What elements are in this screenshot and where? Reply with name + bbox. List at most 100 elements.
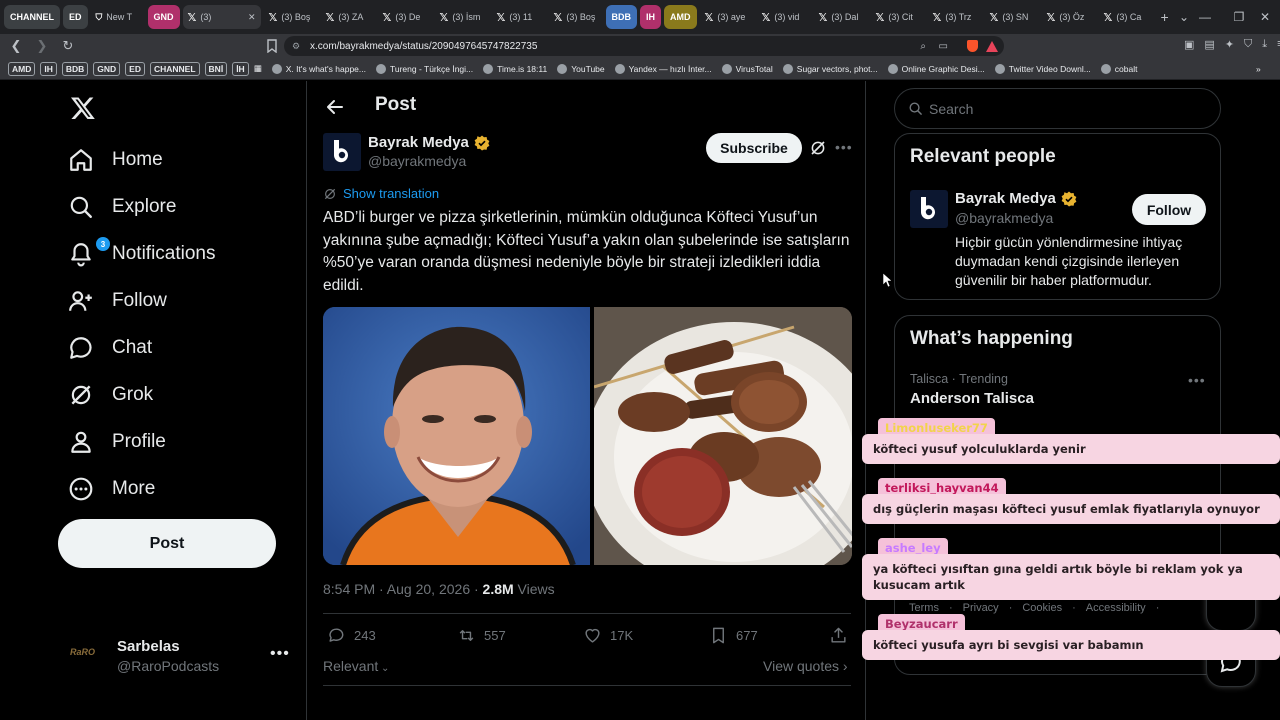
cast-icon[interactable]: ▭ [939,41,948,52]
bookmark-item[interactable]: cobalt [1100,63,1137,74]
forward-icon[interactable]: ❯ [32,36,52,56]
more-options-icon[interactable]: ••• [1188,372,1206,388]
bookmark-item[interactable]: Online Graphic Desi... [887,63,985,74]
author-name[interactable]: Bayrak Medya [368,134,490,151]
sidebar-toggle-icon[interactable]: ▣ [1184,38,1194,51]
browser-tab[interactable]: 𝕏 (3) Boş [264,5,318,29]
author-avatar[interactable] [323,133,361,171]
bookmark-folder[interactable]: BDB [61,61,89,76]
nav-item-profile[interactable]: Profile [68,420,166,464]
x-logo-icon[interactable] [70,95,96,121]
post-image-portrait[interactable] [323,307,590,565]
nav-item-notifications[interactable]: 3 Notifications [68,232,216,276]
reply-button[interactable]: 243 [327,626,376,645]
browser-tab[interactable]: CHANNEL [4,5,60,29]
author-handle[interactable]: @bayrakmedya [368,153,466,169]
post-button[interactable]: Post [58,519,276,568]
browser-tab[interactable]: 𝕏 (3) Trz [928,5,982,29]
browser-tab[interactable]: 𝕏 (3) ✕ [182,5,261,29]
more-options-icon[interactable]: ••• [835,139,853,155]
browser-tab[interactable]: ⛉ New T [91,5,145,29]
browser-tab[interactable]: 𝕏 (3) SN [985,5,1039,29]
browser-tab[interactable]: 𝕏 (3) Cit [871,5,925,29]
bookmark-item[interactable]: Tureng - Türkçe İngi... [375,63,473,74]
bookmark-page-icon[interactable] [262,36,282,56]
follow-button[interactable]: Follow [1132,194,1206,225]
person-handle[interactable]: @bayrakmedya [955,210,1053,226]
bookmark-item[interactable]: Yandex — hızlı İnter... [614,63,712,74]
browser-tab[interactable]: 𝕏 (3) De [378,5,432,29]
reload-icon[interactable]: ↻ [58,36,78,56]
browser-tab[interactable]: 𝕏 (3) Ca [1099,5,1153,29]
browser-tab[interactable]: AMD [664,5,697,29]
apps-grid-icon[interactable]: ▦ [254,63,262,74]
nav-item-home[interactable]: Home [68,138,163,182]
site-info-icon[interactable]: ⚙ [292,41,300,52]
post-timestamp[interactable]: 8:54 PM · Aug 20, 2026 · [323,581,483,597]
bookmark-folder[interactable]: GND [93,61,121,76]
nav-item-follow[interactable]: Follow [68,279,167,323]
bookmark-folder[interactable]: AMD [8,61,36,76]
like-button[interactable]: 17K [583,626,633,645]
bookmark-item[interactable]: Time.is 18:11 [483,63,547,74]
trend-name[interactable]: Anderson Talisca [910,390,1034,407]
nav-item-explore[interactable]: Explore [68,185,176,229]
footer-link[interactable]: Accessibility [1086,602,1146,614]
bookmark-button[interactable]: 677 [709,626,758,645]
browser-tab[interactable]: 𝕏 (3) Boş [549,5,603,29]
bookmark-item[interactable]: VirusTotal [721,63,773,74]
footer-link[interactable]: Cookies [1022,602,1062,614]
nav-item-chat[interactable]: Chat [68,326,152,370]
post-image-kofte-plate[interactable] [594,307,852,565]
wallet-icon[interactable]: ▤ [1204,38,1214,51]
bookmark-folder[interactable]: IH [40,61,57,76]
bookmark-item[interactable]: Twitter Video Downl... [994,63,1091,74]
avatar[interactable] [910,190,948,228]
account-switcher[interactable]: RaRO Sarbelas @RaroPodcasts ••• [70,635,290,679]
share-button[interactable] [829,626,848,645]
back-icon[interactable]: ❮ [6,36,26,56]
browser-tab[interactable]: 𝕏 (3) aye [700,5,754,29]
show-translation-link[interactable]: Show translation [323,186,439,201]
url-input[interactable]: ⚙ x.com/bayrakmedya/status/2090497645747… [284,36,1004,56]
browser-tab[interactable]: IH [640,5,662,29]
bookmark-item[interactable]: YouTube [557,63,605,74]
bookmark-folder[interactable]: BNİ [204,61,228,76]
bookmark-folder[interactable]: İH [232,61,249,76]
person-name[interactable]: Bayrak Medya [955,190,1077,207]
close-tab-icon[interactable]: ✕ [248,12,256,23]
grok-explain-icon[interactable] [809,139,827,157]
bookmark-item[interactable]: X. It's what's happe... [271,63,366,74]
subscribe-button[interactable]: Subscribe [706,133,802,163]
nav-item-more[interactable]: More [68,467,155,511]
footer-link[interactable]: Terms [909,602,939,614]
browser-tab[interactable]: BDB [605,5,638,29]
reply-sort-dropdown[interactable]: Relevant ⌄ [323,658,389,674]
extensions-icon[interactable]: ✦ [1225,38,1234,51]
browser-tab[interactable]: 𝕏 (3) 11 [492,5,546,29]
brave-shield-icon[interactable] [967,40,978,52]
browser-tab[interactable]: 𝕏 (3) Öz [1042,5,1096,29]
nav-item-grok[interactable]: Grok [68,373,153,417]
close-window-button[interactable]: ✕ [1250,0,1280,34]
footer-link[interactable]: Privacy [963,602,999,614]
back-arrow-icon[interactable] [325,97,345,117]
browser-tab[interactable]: 𝕏 (3) ZA [321,5,375,29]
browser-tab[interactable]: ED [63,5,88,29]
browser-tab[interactable]: GND [147,5,180,29]
more-options-icon[interactable]: ••• [270,645,290,663]
view-quotes-link[interactable]: View quotes › [763,658,848,674]
download-icon[interactable]: ⤓ [1262,38,1267,51]
brave-rewards-icon[interactable] [986,40,998,52]
bookmark-item[interactable]: Sugar vectors, phot... [782,63,878,74]
browser-tab[interactable]: 𝕏 (3) Dal [814,5,868,29]
browser-tab[interactable]: 𝕏 (3) vid [757,5,811,29]
bookmark-folder[interactable]: ED [125,61,145,76]
bookmarks-overflow-icon[interactable]: » [1256,64,1261,74]
bookmark-folder[interactable]: CHANNEL [149,61,200,76]
repost-button[interactable]: 557 [457,626,506,645]
zoom-icon[interactable]: ⌕ [920,41,926,52]
vpn-icon[interactable]: ⛉ [1244,38,1252,51]
minimize-button[interactable]: — [1190,0,1220,34]
search-input[interactable]: Search [894,88,1221,129]
